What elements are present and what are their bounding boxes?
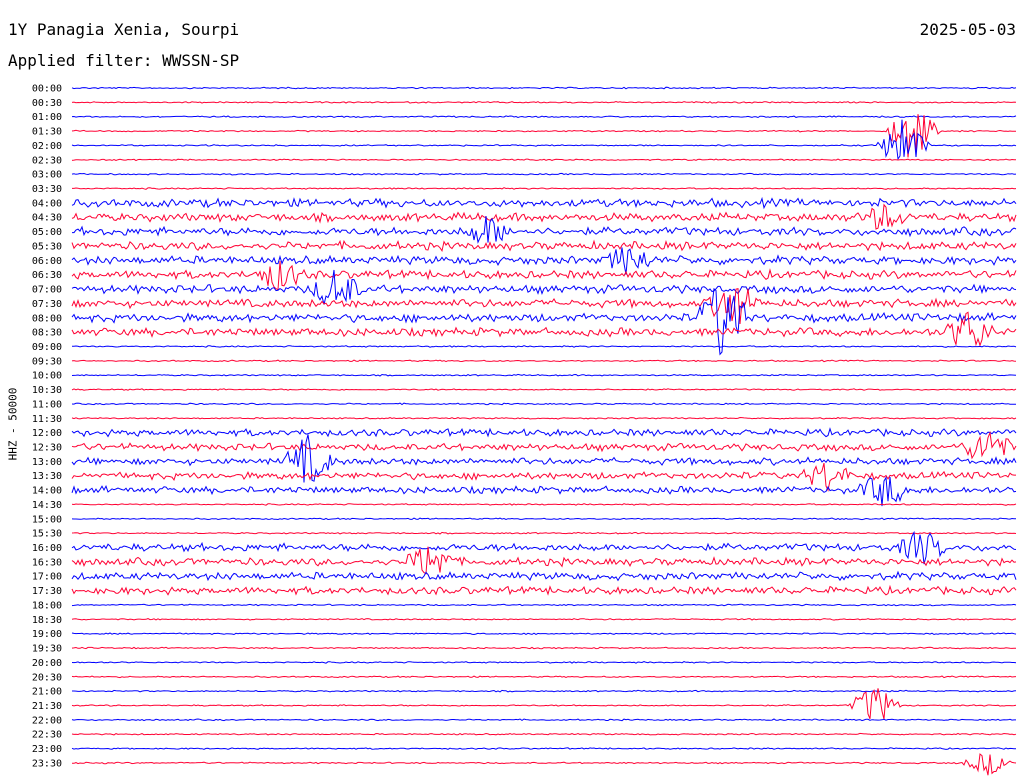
seismic-trace: [71, 119, 1017, 161]
seismic-trace: [72, 753, 1017, 776]
row-time-label: 17:00: [32, 572, 62, 583]
seismic-trace: [71, 462, 1016, 492]
seismic-trace: [71, 475, 1017, 507]
seismic-trace: [71, 531, 1017, 535]
row-time-label: 00:00: [32, 84, 62, 95]
helicorder-plot: 00:00 00:30 01:00 01:30 02:00 02:30 03:00 03:30…: [32, 84, 1017, 776]
row-time-label: 19:30: [32, 644, 62, 655]
row-time-label: 13:30: [32, 471, 62, 482]
seismic-trace: [71, 661, 1017, 664]
seismic-trace: [71, 570, 1017, 582]
row-time-label: 03:30: [32, 184, 62, 195]
seismic-trace: [71, 115, 1017, 119]
row-time-label: 08:30: [32, 328, 62, 339]
row-time-label: 16:30: [32, 557, 62, 568]
row-time-label: 05:00: [32, 227, 62, 238]
seismic-trace: [71, 427, 1017, 438]
row-time-label: 22:00: [32, 715, 62, 726]
row-time-label: 08:00: [32, 313, 62, 324]
seismic-trace: [71, 359, 1017, 363]
seismic-trace: [71, 402, 1017, 406]
seismic-trace: [72, 187, 1017, 190]
row-time-label: 01:30: [32, 127, 62, 138]
row-time-label: 17:30: [32, 586, 62, 597]
row-time-label: 20:00: [32, 658, 62, 669]
row-time-label: 04:30: [32, 213, 62, 224]
row-time-label: 06:00: [32, 256, 62, 267]
seismic-trace: [71, 239, 1017, 253]
row-time-label: 15:30: [32, 529, 62, 540]
row-time-label: 02:30: [32, 155, 62, 166]
seismic-trace: [71, 732, 1017, 736]
seismic-trace: [72, 216, 1017, 244]
seismic-trace: [71, 632, 1017, 636]
row-time-label: 02:00: [32, 141, 62, 152]
row-time-label: 09:30: [32, 356, 62, 367]
seismic-trace: [71, 203, 1017, 230]
row-time-label: 01:00: [32, 112, 62, 123]
seismic-trace: [71, 675, 1017, 679]
seismic-trace: [71, 388, 1017, 391]
row-time-label: 18:30: [32, 615, 62, 626]
seismic-trace: [71, 530, 1017, 565]
seismic-trace: [71, 287, 1017, 356]
row-time-label: 03:00: [32, 170, 62, 181]
row-time-label: 15:00: [32, 514, 62, 525]
seismic-trace: [71, 373, 1017, 377]
seismic-trace: [71, 196, 1017, 210]
seismic-trace: [71, 434, 1017, 483]
row-time-label: 18:00: [32, 600, 62, 611]
row-time-label: 11:30: [32, 414, 62, 425]
row-time-label: 21:30: [32, 701, 62, 712]
row-time-label: 21:00: [32, 687, 62, 698]
seismic-trace: [71, 688, 1017, 720]
row-time-label: 22:30: [32, 730, 62, 741]
seismic-trace: [71, 86, 1017, 90]
row-time-label: 23:30: [32, 758, 62, 769]
row-time-label: 00:30: [32, 98, 62, 109]
seismic-trace: [71, 747, 1016, 750]
row-time-label: 13:00: [32, 457, 62, 468]
row-time-label: 07:00: [32, 285, 62, 296]
seismic-trace: [71, 584, 1017, 596]
row-time-label: 12:00: [32, 428, 62, 439]
row-time-label: 14:30: [32, 500, 62, 511]
seismic-trace: [71, 618, 1017, 621]
row-time-label: 04:00: [32, 198, 62, 209]
row-time-label: 14:00: [32, 486, 62, 497]
row-time-label: 19:00: [32, 629, 62, 640]
seismic-trace: [71, 247, 1017, 275]
row-time-label: 05:30: [32, 241, 62, 252]
row-time-label: 06:30: [32, 270, 62, 281]
seismic-trace: [71, 517, 1017, 521]
seismic-trace: [71, 158, 1017, 162]
row-time-label: 10:00: [32, 371, 62, 382]
seismic-trace: [71, 503, 1017, 506]
row-time-label: 16:00: [32, 543, 62, 554]
seismic-trace: [71, 546, 1017, 575]
seismic-trace: [71, 100, 1017, 104]
seismic-trace: [71, 646, 1017, 650]
seismic-trace: [71, 114, 1017, 158]
seismic-trace: [71, 416, 1017, 420]
row-time-label: 11:00: [32, 399, 62, 410]
seismic-trace: [71, 261, 1017, 291]
row-time-label: 23:00: [32, 744, 62, 755]
row-time-label: 09:00: [32, 342, 62, 353]
seismic-trace: [71, 603, 1017, 607]
row-time-label: 12:30: [32, 443, 62, 454]
seismic-trace: [72, 345, 1017, 348]
row-time-label: 10:30: [32, 385, 62, 396]
row-time-label: 20:30: [32, 672, 62, 683]
seismic-trace: [71, 172, 1017, 176]
seismic-trace: [71, 430, 1017, 460]
seismic-trace: [71, 718, 1016, 722]
row-time-label: 07:30: [32, 299, 62, 310]
